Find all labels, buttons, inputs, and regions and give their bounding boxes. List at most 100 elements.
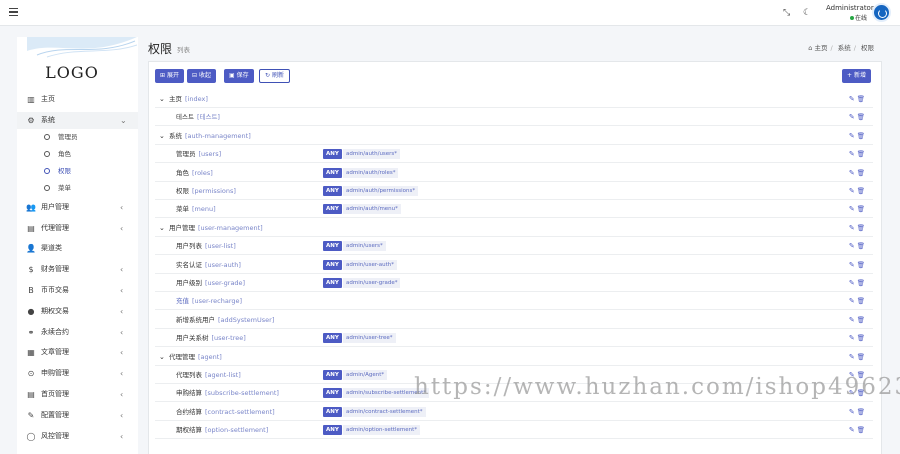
add-button[interactable]: + 新增 bbox=[842, 69, 871, 83]
permission-row[interactable]: 期权结算 [option-settlement] ANY admin/option-s… bbox=[155, 421, 873, 440]
trash-icon[interactable]: 🗑 bbox=[857, 224, 867, 232]
trash-icon[interactable]: 🗑 bbox=[857, 297, 867, 305]
sidebar-item-5[interactable]: $ 财务管理 ‹ bbox=[17, 261, 138, 278]
logo[interactable]: LOGO bbox=[17, 63, 127, 82]
trash-icon[interactable]: 🗑 bbox=[857, 242, 867, 250]
edit-icon[interactable]: ✎ bbox=[849, 353, 857, 361]
edit-icon[interactable]: ✎ bbox=[849, 279, 857, 287]
chevron-down-icon[interactable]: ⌄ bbox=[159, 348, 165, 366]
edit-icon[interactable]: ✎ bbox=[849, 334, 857, 342]
permission-title: 用户列表 bbox=[176, 242, 202, 251]
edit-icon[interactable]: ✎ bbox=[849, 242, 857, 250]
expand-button[interactable]: ⊞ 展开 bbox=[155, 69, 184, 83]
sidebar-item-11[interactable]: ▤ 首页管理 ‹ bbox=[17, 386, 138, 403]
sidebar-item-1[interactable]: ⚙ 系统 ⌄ bbox=[17, 111, 138, 129]
edit-icon[interactable]: ✎ bbox=[849, 95, 857, 103]
permission-row[interactable]: 实名认证 [user-auth] ANY admin/user-auth* ✎🗑 bbox=[155, 256, 873, 274]
sidebar-subitem-3[interactable]: 菜单 bbox=[17, 181, 138, 196]
trash-icon[interactable]: 🗑 bbox=[857, 95, 867, 103]
user-name[interactable]: Administrator bbox=[826, 4, 874, 12]
edit-icon[interactable]: ✎ bbox=[849, 205, 857, 213]
permission-row[interactable]: 테스트 [테스트] ✎🗑 bbox=[155, 108, 873, 127]
permission-row[interactable]: ⌄ 系统 [auth-management] ✎🗑 bbox=[155, 127, 873, 145]
breadcrumb-system[interactable]: 系统 bbox=[838, 44, 851, 52]
dark-mode-icon[interactable]: ☾ bbox=[803, 8, 811, 18]
trash-icon[interactable]: 🗑 bbox=[857, 408, 867, 416]
trash-icon[interactable]: 🗑 bbox=[857, 150, 867, 158]
permission-row[interactable]: 用户级别 [user-grade] ANY admin/user-grade* ✎🗑 bbox=[155, 274, 873, 292]
edit-icon[interactable]: ✎ bbox=[849, 408, 857, 416]
refresh-button[interactable]: ↻ 刷新 bbox=[259, 69, 290, 83]
permission-row[interactable]: ⌄ 主页 [index] ✎🗑 bbox=[155, 90, 873, 108]
trash-icon[interactable]: 🗑 bbox=[857, 187, 867, 195]
sidebar-item-0[interactable]: ▥ 主页 bbox=[17, 91, 138, 108]
permission-title: 新增系统用户 bbox=[176, 315, 215, 324]
permission-row[interactable]: 管理员 [users] ANY admin/auth/users* ✎🗑 bbox=[155, 145, 873, 164]
trash-icon[interactable]: 🗑 bbox=[857, 316, 867, 324]
permission-row[interactable]: 合约结算 [contract-settlement] ANY admin/contra… bbox=[155, 403, 873, 421]
permission-title: 代理列表 bbox=[176, 371, 202, 379]
permission-row[interactable]: ⌄ 代理管理 [agent] ✎🗑 bbox=[155, 348, 873, 366]
trash-icon[interactable]: 🗑 bbox=[857, 279, 867, 287]
trash-icon[interactable]: 🗑 bbox=[857, 426, 867, 434]
sidebar-item-7[interactable]: ● 期权交易 ‹ bbox=[17, 303, 138, 320]
sidebar-subitem-0[interactable]: 管理员 bbox=[17, 130, 138, 145]
trash-icon[interactable]: 🗑 bbox=[857, 169, 867, 177]
edit-icon[interactable]: ✎ bbox=[849, 426, 857, 434]
fullscreen-icon[interactable]: ⤡ bbox=[783, 8, 790, 18]
permission-title: 테스트 bbox=[176, 113, 194, 122]
permission-row[interactable]: 权限 [permissions] ANY admin/auth/permissions… bbox=[155, 182, 873, 200]
edit-icon[interactable]: ✎ bbox=[849, 150, 857, 158]
trash-icon[interactable]: 🗑 bbox=[857, 205, 867, 213]
edit-icon[interactable]: ✎ bbox=[849, 261, 857, 269]
edit-icon[interactable]: ✎ bbox=[849, 113, 857, 121]
sidebar-item-9[interactable]: ▦ 文章管理 ‹ bbox=[17, 344, 138, 361]
row-actions: ✎🗑 bbox=[849, 219, 867, 237]
breadcrumb-home[interactable]: 主页 bbox=[814, 44, 827, 52]
sidebar-subitem-1[interactable]: 角色 bbox=[17, 147, 138, 162]
permission-row[interactable]: 用户列表 [user-list] ANY admin/users* ✎🗑 bbox=[155, 237, 873, 256]
sidebar-item-4[interactable]: 👤 渠道类 bbox=[17, 240, 138, 257]
sidebar-item-2[interactable]: 👥 用户管理 ‹ bbox=[17, 199, 138, 216]
edit-icon[interactable]: ✎ bbox=[849, 224, 857, 232]
permission-row[interactable]: 菜单 [menu] ANY admin/auth/menu* ✎🗑 bbox=[155, 200, 873, 219]
trash-icon[interactable]: 🗑 bbox=[857, 261, 867, 269]
sidebar-item-3[interactable]: ▤ 代理管理 ‹ bbox=[17, 220, 138, 237]
sidebar-subitem-2[interactable]: 权限 bbox=[17, 164, 138, 179]
sidebar-item-13[interactable]: ◯ 风控管理 ‹ bbox=[17, 428, 138, 445]
http-method-badge: ANY bbox=[323, 425, 342, 436]
trash-icon[interactable]: 🗑 bbox=[857, 132, 867, 140]
permission-row[interactable]: 新增系统用户 [addSystemUser] ✎🗑 bbox=[155, 311, 873, 329]
sidebar-item-8[interactable]: ⚭ 永续合约 ‹ bbox=[17, 324, 138, 341]
edit-icon[interactable]: ✎ bbox=[849, 297, 857, 305]
permission-row[interactable]: 用户关系树 [user-tree] ANY admin/user-tree* ✎🗑 bbox=[155, 329, 873, 348]
sidebar-item-6[interactable]: B 币币交易 ‹ bbox=[17, 282, 138, 299]
chevron-down-icon[interactable]: ⌄ bbox=[159, 219, 165, 237]
chevron-down-icon[interactable]: ⌄ bbox=[159, 90, 165, 108]
sidebar-item-12[interactable]: ✎ 配置管理 ‹ bbox=[17, 407, 138, 424]
permission-slug: [user-grade] bbox=[205, 279, 246, 287]
menu-icon[interactable] bbox=[9, 8, 18, 17]
collapse-button[interactable]: ⊟ 收起 bbox=[187, 69, 216, 83]
edit-icon[interactable]: ✎ bbox=[849, 316, 857, 324]
chevron-left-icon: ‹ bbox=[120, 265, 124, 275]
trash-icon[interactable]: 🗑 bbox=[857, 353, 867, 361]
chevron-down-icon[interactable]: ⌄ bbox=[159, 127, 165, 145]
edit-icon[interactable]: ✎ bbox=[849, 132, 857, 140]
permission-slug: [agent] bbox=[198, 352, 222, 361]
http-method-badge: ANY bbox=[323, 204, 342, 215]
sidebar-item-label: 用户管理 bbox=[41, 202, 69, 211]
save-button[interactable]: ▣ 保存 bbox=[224, 69, 254, 83]
chevron-left-icon: ‹ bbox=[120, 202, 124, 212]
trash-icon[interactable]: 🗑 bbox=[857, 113, 867, 121]
edit-icon[interactable]: ✎ bbox=[849, 187, 857, 195]
edit-icon[interactable]: ✎ bbox=[849, 169, 857, 177]
permission-title: 充值 bbox=[176, 297, 189, 306]
avatar[interactable] bbox=[872, 3, 891, 22]
permission-title: 申购结算 bbox=[176, 389, 202, 398]
trash-icon[interactable]: 🗑 bbox=[857, 334, 867, 342]
permission-row[interactable]: 充值 [user-recharge] ✎🗑 bbox=[155, 292, 873, 311]
permission-row[interactable]: 角色 [roles] ANY admin/auth/roles* ✎🗑 bbox=[155, 164, 873, 182]
sidebar-item-10[interactable]: ⊙ 申购管理 ‹ bbox=[17, 365, 138, 382]
permission-row[interactable]: ⌄ 用户管理 [user-management] ✎🗑 bbox=[155, 219, 873, 237]
